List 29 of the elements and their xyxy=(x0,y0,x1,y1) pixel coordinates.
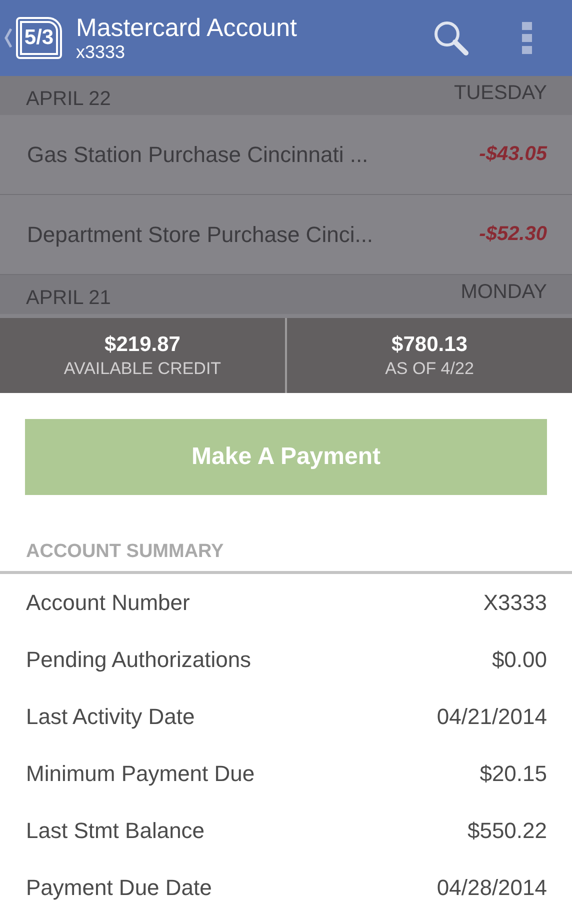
field-value: $0.00 xyxy=(492,646,547,672)
back-chevron-icon[interactable] xyxy=(4,27,12,49)
section-heading: ACCOUNT SUMMARY xyxy=(0,541,572,574)
bank-logo: 5/3 xyxy=(16,17,62,59)
field-label: Account Number xyxy=(26,590,190,616)
field-value: $550.22 xyxy=(467,818,547,844)
make-payment-button[interactable]: Make A Payment xyxy=(25,419,547,495)
field-value: X3333 xyxy=(483,590,547,616)
screen-title: Mastercard Account xyxy=(76,14,298,42)
date-header: APRIL 22 xyxy=(26,88,111,112)
field-value: $20.15 xyxy=(480,760,547,786)
search-icon[interactable] xyxy=(432,19,470,57)
balance-amount: $219.87 xyxy=(104,332,180,358)
weekday-label: MONDAY xyxy=(460,280,547,304)
balance-label: AVAILABLE CREDIT xyxy=(64,358,222,380)
balance-label: AS OF 4/22 xyxy=(385,358,474,380)
field-label: Payment Due Date xyxy=(26,874,212,900)
balance-amount: $780.13 xyxy=(392,332,468,358)
field-value: 04/28/2014 xyxy=(436,874,547,900)
field-label: Last Stmt Balance xyxy=(26,818,205,844)
field-label: Pending Authorizations xyxy=(26,646,252,672)
menu-icon[interactable] xyxy=(522,22,532,54)
date-header: APRIL 21 xyxy=(26,287,111,311)
field-label: Minimum Payment Due xyxy=(26,760,255,786)
field-value: 04/21/2014 xyxy=(436,704,547,730)
field-label: Last Activity Date xyxy=(26,704,195,730)
weekday-label: TUESDAY xyxy=(454,81,547,105)
account-subtitle: x3333 xyxy=(76,42,126,62)
transaction-row[interactable]: Gas Station Purchase Cincinnati ... -$43.05 xyxy=(0,115,572,195)
